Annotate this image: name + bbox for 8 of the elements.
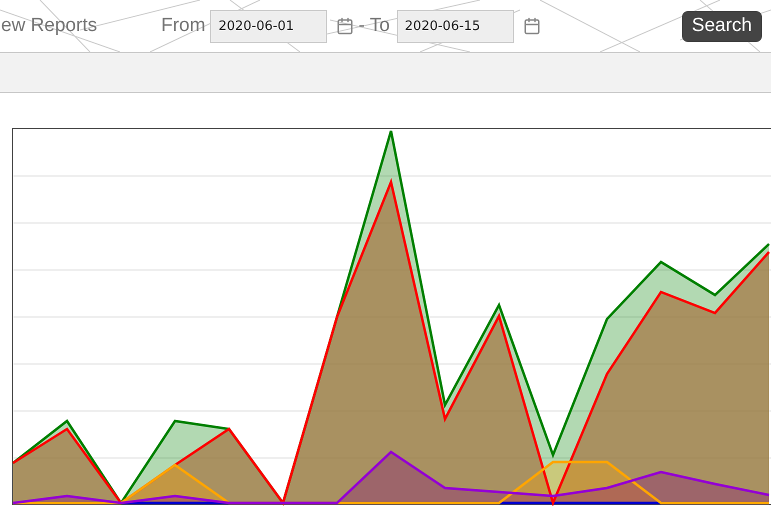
from-date-field[interactable]: 2020-06-01 <box>210 10 328 42</box>
calendar-icon[interactable] <box>522 17 541 35</box>
search-button[interactable]: Search <box>682 10 762 42</box>
calendar-icon[interactable] <box>336 17 354 35</box>
to-label: - To <box>358 15 390 37</box>
to-date-field[interactable]: 2020-06-15 <box>396 10 514 42</box>
page-title: ew Reports <box>1 15 98 37</box>
from-label: From <box>161 15 206 37</box>
